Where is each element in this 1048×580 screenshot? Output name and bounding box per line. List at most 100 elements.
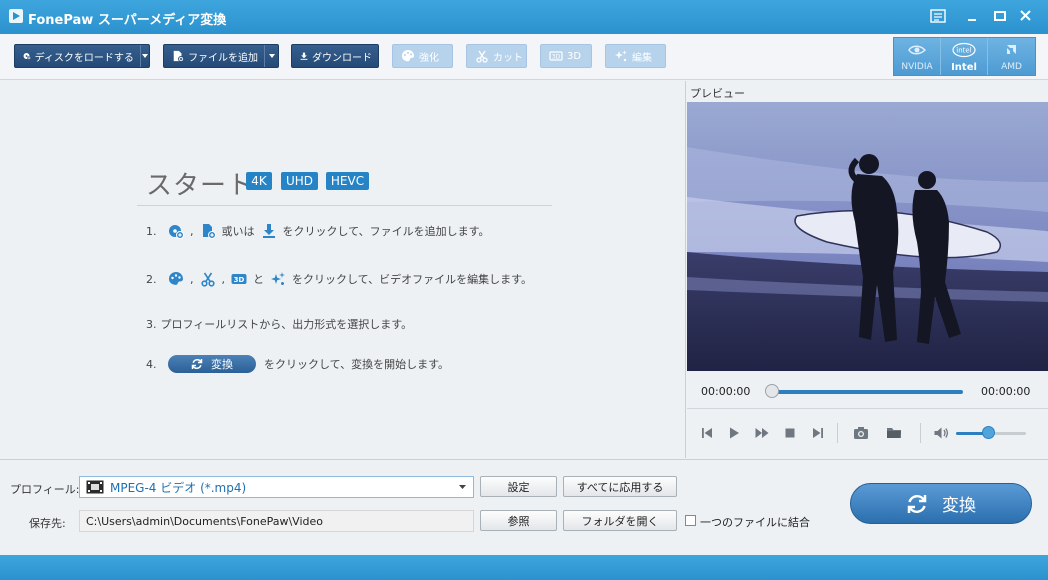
- download-label: ダウンロード: [312, 52, 372, 64]
- total-time: 00:00:00: [981, 385, 1031, 398]
- step-4-convert-button[interactable]: 変換: [168, 355, 256, 373]
- step-4-number: 4.: [146, 357, 157, 371]
- intel-logo-icon: intel: [952, 42, 976, 58]
- close-button[interactable]: [1017, 8, 1037, 26]
- file-add-icon: [202, 224, 216, 239]
- film-icon: [86, 480, 104, 494]
- progress-knob[interactable]: [765, 384, 779, 398]
- badge-4k: 4K: [246, 172, 272, 190]
- amd-logo-icon: [1007, 45, 1017, 54]
- edit-button[interactable]: 編集: [605, 44, 666, 68]
- cut-label: カット: [493, 52, 523, 64]
- 3d-icon: 3D: [549, 51, 563, 61]
- save-location-label: 保存先:: [29, 517, 66, 530]
- open-folder-button[interactable]: フォルダを開く: [563, 510, 677, 531]
- play-icon[interactable]: [726, 425, 742, 441]
- step-1-number: 1.: [146, 224, 157, 238]
- folder-icon[interactable]: [886, 425, 902, 441]
- settings-button[interactable]: 設定: [480, 476, 557, 497]
- step-1-text: をクリックして、ファイルを追加します。: [282, 225, 490, 238]
- add-file-button[interactable]: ファイルを追加: [163, 44, 279, 68]
- merge-label: 一つのファイルに結合: [700, 516, 810, 529]
- profile-value: MPEG-4 ビデオ (*.mp4): [110, 480, 247, 495]
- refresh-icon: [907, 494, 927, 513]
- chevron-down-icon: [459, 485, 466, 489]
- preview-label: プレビュー: [690, 87, 745, 100]
- profile-label: プロフィール:: [10, 483, 80, 496]
- step-1-or: 或いは: [221, 225, 255, 238]
- add-file-dropdown[interactable]: [264, 45, 278, 67]
- threed-button[interactable]: 3D 3D: [540, 44, 592, 68]
- stop-icon[interactable]: [782, 425, 798, 441]
- palette-icon: [169, 272, 183, 285]
- sparkle-icon: [271, 272, 285, 285]
- controls-separator: [920, 423, 921, 443]
- camera-icon[interactable]: [853, 425, 869, 441]
- menu-button[interactable]: [929, 8, 949, 26]
- apply-to-all-button[interactable]: すべてに応用する: [563, 476, 677, 497]
- start-title: スタート: [146, 171, 255, 201]
- browse-button[interactable]: 参照: [480, 510, 557, 531]
- save-path-field[interactable]: C:\Users\admin\Documents\FonePaw\Video: [79, 510, 474, 532]
- download-button[interactable]: ダウンロード: [291, 44, 379, 68]
- skip-back-icon[interactable]: [699, 425, 715, 441]
- step-3: 3. プロフィールリストから、出力形式を選択します。: [146, 316, 412, 332]
- menu-icon: [930, 9, 946, 23]
- disc-add-icon: [169, 225, 184, 239]
- convert-button-label: 変換: [942, 496, 976, 516]
- load-disc-button[interactable]: ディスクをロードする: [14, 44, 150, 68]
- step-3-text: プロフィールリストから、出力形式を選択します。: [160, 318, 413, 331]
- step-2: 2. , , 3D と をクリックして、ビデオファイルを編集します。: [146, 271, 538, 287]
- refresh-icon: [191, 358, 203, 370]
- chevron-down-icon: [268, 54, 275, 58]
- start-panel: スタート 4K UHD HEVC 1. , 或いは をクリックして、ファイルを追…: [0, 81, 686, 458]
- step-4-button-label: 変換: [211, 358, 233, 371]
- enhance-label: 強化: [419, 52, 439, 64]
- profile-select[interactable]: MPEG-4 ビデオ (*.mp4): [79, 476, 474, 498]
- maximize-button[interactable]: [991, 8, 1011, 26]
- gpu-amd-label: AMD: [1001, 62, 1022, 72]
- title-bar: FonePaw スーパーメディア変換: [0, 0, 1048, 34]
- palette-icon: [402, 50, 414, 62]
- step-2-sep2: ,: [221, 272, 226, 286]
- badge-uhd: UHD: [281, 172, 318, 190]
- progress-track[interactable]: [771, 390, 963, 394]
- scissors-icon: [476, 50, 488, 63]
- step-2-text: をクリックして、ビデオファイルを編集します。: [292, 273, 533, 286]
- app-logo-icon: [9, 9, 23, 23]
- svg-text:3D: 3D: [234, 276, 245, 284]
- convert-button[interactable]: 変換: [850, 483, 1032, 524]
- minimize-button[interactable]: [964, 8, 984, 26]
- step-2-and: と: [253, 273, 264, 286]
- current-time: 00:00:00: [701, 385, 751, 398]
- gpu-acceleration-panel: NVIDIA intel Intel AMD: [893, 37, 1036, 76]
- step-1: 1. , 或いは をクリックして、ファイルを追加します。: [146, 223, 496, 239]
- app-window: FonePaw スーパーメディア変換 ディスクをロードする ファイルを追加 ダウ…: [0, 0, 1048, 580]
- threed-label: 3D: [567, 50, 582, 62]
- close-icon: [1020, 10, 1031, 21]
- cut-button[interactable]: カット: [466, 44, 527, 68]
- skip-forward-icon[interactable]: [810, 425, 826, 441]
- load-disc-dropdown[interactable]: [139, 45, 149, 67]
- volume-icon[interactable]: [933, 425, 949, 441]
- chevron-down-icon: [141, 54, 148, 58]
- start-divider: [137, 205, 552, 206]
- nvidia-logo-icon: [908, 45, 927, 55]
- disc-add-icon: [23, 53, 31, 60]
- gpu-amd[interactable]: AMD: [988, 38, 1035, 75]
- enhance-button[interactable]: 強化: [392, 44, 453, 68]
- step-2-sep1: ,: [190, 272, 194, 286]
- merge-checkbox[interactable]: [685, 515, 696, 526]
- fast-forward-icon[interactable]: [754, 425, 770, 441]
- badge-hevc: HEVC: [326, 172, 369, 190]
- file-add-icon: [173, 50, 185, 63]
- step-4-text: をクリックして、変換を開始します。: [264, 358, 450, 371]
- gpu-intel[interactable]: intel Intel: [941, 38, 988, 75]
- step-2-number: 2.: [146, 272, 157, 286]
- volume-knob[interactable]: [981, 426, 995, 439]
- download-icon: [300, 52, 308, 60]
- step-1-sep: ,: [190, 224, 194, 238]
- svg-text:3D: 3D: [552, 54, 561, 61]
- minimize-icon: [968, 19, 976, 21]
- gpu-nvidia[interactable]: NVIDIA: [894, 38, 941, 75]
